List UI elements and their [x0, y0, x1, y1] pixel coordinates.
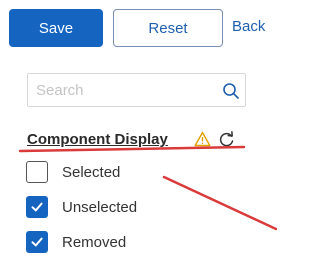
section-title: Component Display [27, 131, 168, 148]
option-unselected[interactable]: Unselected [26, 195, 137, 219]
option-label-removed: Removed [62, 233, 127, 251]
refresh-icon[interactable] [218, 131, 235, 148]
checkbox-removed[interactable] [26, 231, 48, 253]
option-label-selected: Selected [62, 163, 121, 181]
back-link[interactable]: Back [232, 18, 265, 35]
warning-icon [194, 131, 211, 147]
search-input[interactable] [36, 80, 216, 100]
save-button[interactable]: Save [9, 9, 103, 47]
checkbox-selected[interactable] [26, 161, 48, 183]
checkbox-unselected[interactable] [26, 196, 48, 218]
search-box [27, 73, 246, 107]
option-removed[interactable]: Removed [26, 230, 126, 254]
reset-button[interactable]: Reset [113, 9, 223, 47]
annotation-arrow-line [162, 175, 277, 231]
checkmark-icon [31, 237, 43, 247]
search-icon[interactable] [222, 82, 240, 100]
option-label-unselected: Unselected [62, 198, 138, 216]
checkmark-icon [31, 202, 43, 212]
option-selected[interactable]: Selected [26, 160, 120, 184]
